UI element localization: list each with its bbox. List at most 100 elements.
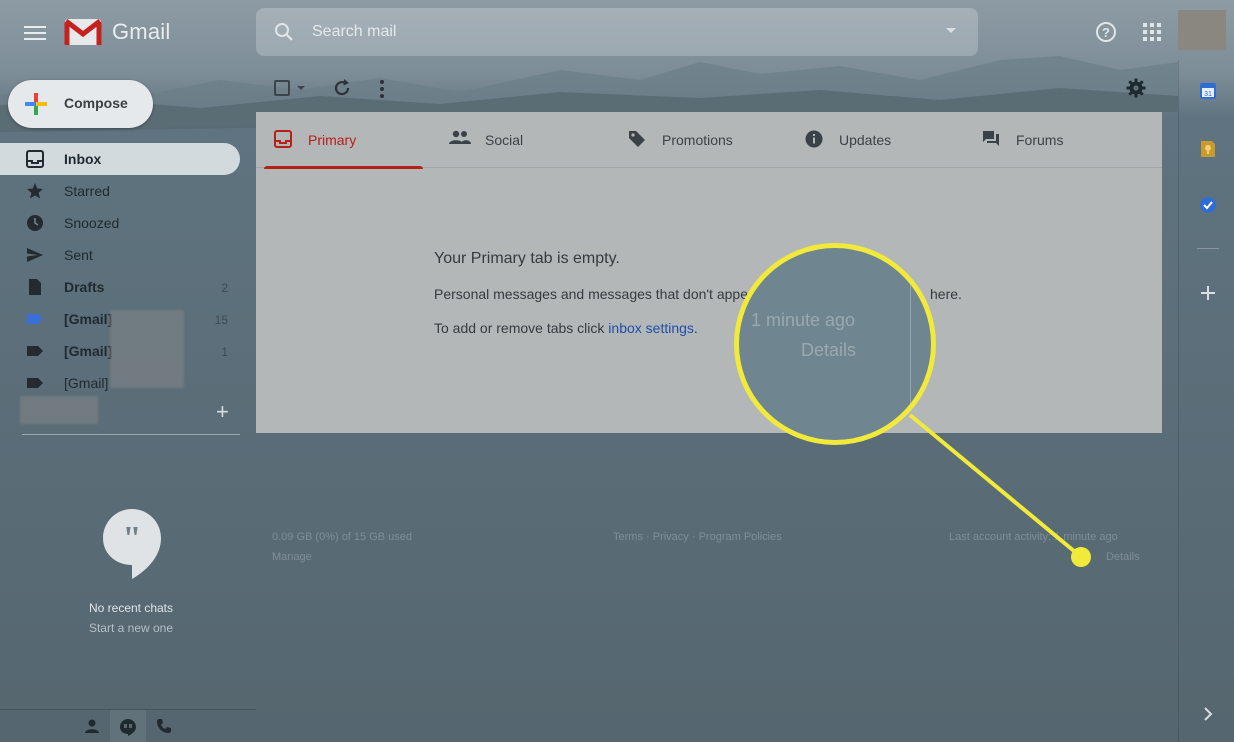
label-icon [27, 346, 43, 356]
sidebar-item-label: Sent [64, 247, 93, 263]
activity-details-link[interactable]: Details [1106, 551, 1140, 563]
sidebar-item-label: [Gmail] [64, 343, 113, 359]
add-addon-icon[interactable] [1199, 284, 1217, 302]
main-menu-button[interactable] [22, 22, 48, 42]
chevron-right-icon[interactable] [1199, 705, 1217, 723]
compose-label: Compose [64, 95, 128, 111]
privacy-link[interactable]: Privacy [653, 531, 689, 543]
tasks-icon[interactable] [1199, 196, 1217, 214]
apps-grid-icon[interactable] [1142, 22, 1162, 42]
inbox-tabs: Primary Social Promotions Updates Forums [256, 112, 1162, 169]
redacted-area [110, 310, 184, 388]
tab-label: Forums [1016, 132, 1064, 148]
search-input[interactable] [312, 20, 912, 44]
tab-primary[interactable]: Primary [256, 112, 431, 169]
tab-social[interactable]: Social [433, 112, 608, 168]
clock-icon [27, 215, 43, 231]
sidebar-item-snoozed[interactable]: Snoozed [0, 207, 240, 239]
search-bar[interactable] [256, 8, 978, 56]
draft-icon [29, 279, 41, 295]
no-recent-chats-text: No recent chats [88, 601, 174, 615]
create-label-button[interactable]: + [216, 399, 229, 425]
gmail-envelope-icon [64, 19, 102, 45]
separator: · [688, 531, 699, 543]
settings-gear-icon[interactable] [1126, 78, 1146, 98]
svg-text:": " [123, 520, 142, 557]
calendar-icon[interactable]: 31 [1199, 82, 1217, 100]
gmail-logo[interactable]: Gmail [64, 17, 170, 47]
tab-forums[interactable]: Forums [964, 112, 1139, 168]
search-options-icon[interactable] [946, 28, 956, 33]
inbox-icon [274, 130, 292, 148]
refresh-icon[interactable] [332, 78, 352, 98]
empty-state-message-end: here. [930, 286, 962, 302]
more-options-icon[interactable] [378, 79, 386, 99]
message-list-panel: Primary Social Promotions Updates Forums… [256, 112, 1162, 433]
tabs-hint-end: . [693, 320, 698, 336]
phone-icon[interactable] [156, 718, 172, 734]
select-all-checkbox[interactable] [274, 80, 290, 96]
send-icon [27, 248, 43, 262]
redacted-area [20, 396, 98, 424]
magnified-activity-time: 1 minute ago [751, 310, 856, 330]
svg-text:?: ? [1102, 25, 1110, 40]
sidebar-item-label: Snoozed [64, 215, 120, 231]
empty-state-message: Personal messages and messages that don'… [434, 286, 748, 302]
hangouts-bottom-bar [0, 709, 256, 742]
last-account-activity: Last account activity: 1 minute ago [949, 531, 1118, 543]
inbox-settings-link[interactable]: inbox settings [608, 320, 694, 336]
sidebar-item-label: [Gmail] [64, 311, 113, 327]
sidebar-item-sent[interactable]: Sent [0, 239, 240, 271]
person-icon[interactable] [84, 718, 100, 734]
tab-label: Updates [839, 132, 892, 148]
storage-usage: 0.09 GB (0%) of 15 GB used [272, 531, 413, 543]
unread-count: 15 [214, 313, 228, 327]
sidebar-item-label: Starred [64, 183, 110, 199]
star-icon [27, 183, 43, 199]
hangouts-quote-icon: " [103, 509, 161, 579]
program-policies-link[interactable]: Program Policies [699, 531, 782, 543]
sidebar-item-inbox[interactable]: Inbox [0, 143, 240, 175]
terms-link[interactable]: Terms [613, 531, 643, 543]
label-icon [27, 378, 43, 388]
tab-label: Social [485, 132, 524, 148]
magnifier-callout: 1 minute ago Details [734, 243, 936, 445]
tab-label: Promotions [662, 132, 733, 148]
label-icon [27, 314, 43, 324]
divider [910, 248, 911, 408]
people-icon [449, 130, 471, 144]
account-avatar[interactable] [1178, 10, 1226, 50]
footer-links: Terms · Privacy · Program Policies [613, 531, 782, 543]
separator: · [642, 531, 653, 543]
select-options-icon[interactable] [297, 86, 305, 90]
compose-button[interactable]: Compose [8, 80, 153, 128]
tab-promotions[interactable]: Promotions [610, 112, 785, 168]
sidebar-item-label: Drafts [64, 279, 105, 295]
hangouts-icon[interactable] [119, 718, 137, 736]
keep-icon[interactable] [1199, 140, 1217, 158]
unread-count: 1 [221, 345, 228, 359]
sidebar-item-starred[interactable]: Starred [0, 175, 240, 207]
manage-storage-link[interactable]: Manage [272, 551, 312, 563]
empty-state-tabs-hint: To add or remove tabs click inbox settin… [434, 320, 698, 336]
sidebar-item-drafts[interactable]: Drafts 2 [0, 271, 240, 303]
app-name: Gmail [112, 19, 171, 44]
info-icon [805, 130, 823, 148]
search-icon[interactable] [274, 22, 294, 42]
divider [22, 434, 240, 435]
tag-icon [629, 131, 645, 147]
forum-icon [983, 131, 999, 146]
help-icon[interactable]: ? [1094, 20, 1118, 44]
active-tab-indicator [264, 166, 423, 169]
tab-updates[interactable]: Updates [787, 112, 962, 168]
svg-text:31: 31 [1204, 91, 1212, 98]
unread-count: 2 [221, 281, 228, 295]
sidebar-item-label: Inbox [64, 151, 102, 167]
start-new-chat-link[interactable]: Start a new one [0, 621, 262, 635]
divider [1197, 248, 1219, 249]
compose-plus-icon [25, 93, 47, 115]
magnified-details-link: Details [801, 340, 857, 360]
empty-state-title: Your Primary tab is empty. [434, 250, 620, 267]
tab-label: Primary [308, 132, 357, 148]
inbox-icon [26, 150, 44, 168]
